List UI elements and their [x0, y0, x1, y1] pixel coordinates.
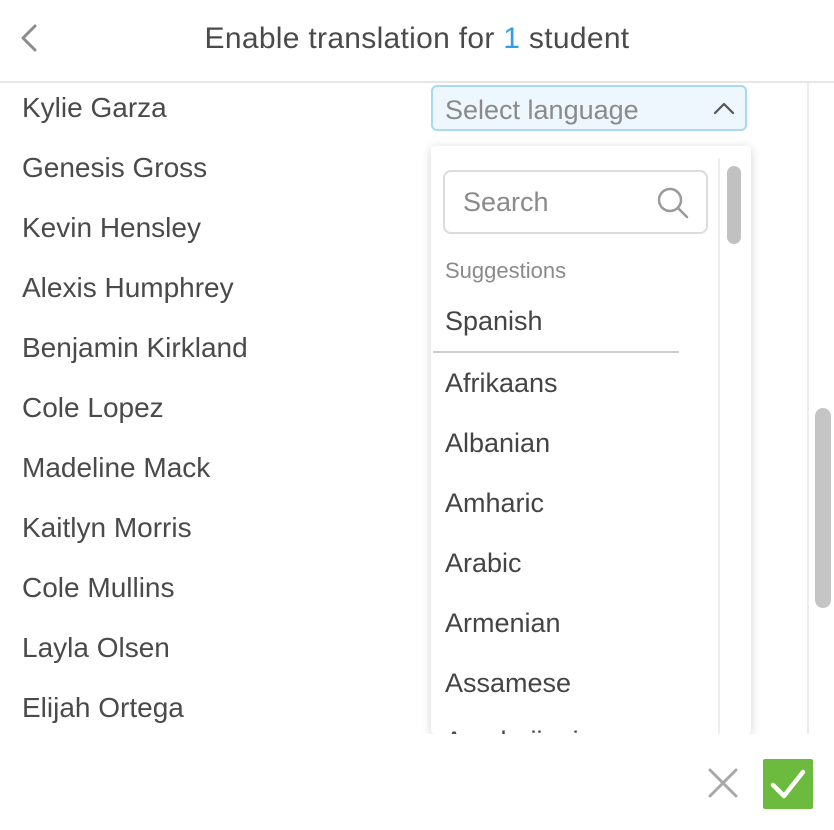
search-icon [657, 187, 689, 219]
student-name: Benjamin Kirkland [22, 332, 248, 363]
student-count: 1 [503, 22, 521, 55]
language-option-spanish[interactable]: Spanish [445, 306, 543, 337]
student-name: Layla Olsen [22, 632, 170, 663]
check-icon [770, 769, 806, 799]
list-scrollbar[interactable] [815, 408, 831, 608]
header: Enable translation for 1 student [0, 0, 834, 83]
cancel-button[interactable] [706, 766, 740, 800]
language-option[interactable]: Afrikaans [445, 368, 558, 399]
student-name: Cole Lopez [22, 392, 164, 423]
language-option[interactable]: Assamese [445, 668, 571, 699]
suggestions-label: Suggestions [445, 258, 567, 283]
student-name: Kevin Hensley [22, 212, 201, 243]
dropdown-scroll-track [718, 158, 720, 734]
language-option[interactable]: Armenian [445, 608, 561, 639]
language-option[interactable]: Amharic [445, 488, 544, 519]
language-select[interactable]: Select language [431, 85, 747, 131]
student-name: Madeline Mack [22, 452, 211, 483]
language-search-input[interactable] [461, 186, 645, 219]
language-option[interactable]: Azerbaijani [445, 726, 579, 734]
student-name: Kylie Garza [22, 92, 167, 123]
student-name: Alexis Humphrey [22, 272, 234, 303]
language-search-box[interactable] [443, 170, 708, 234]
title-prefix: Enable translation for [204, 22, 504, 55]
confirm-button[interactable] [763, 759, 813, 809]
page-title: Enable translation for 1 student [0, 22, 834, 56]
student-name: Cole Mullins [22, 572, 175, 603]
list-divider [807, 82, 809, 734]
title-suffix: student [520, 22, 630, 55]
chevron-up-icon[interactable] [713, 100, 735, 116]
language-select-placeholder: Select language [445, 95, 639, 125]
student-name: Elijah Ortega [22, 692, 184, 723]
suggestions-divider [433, 351, 679, 353]
language-dropdown: Suggestions Spanish Afrikaans Albanian A… [431, 146, 751, 734]
student-name: Genesis Gross [22, 152, 208, 183]
language-option[interactable]: Albanian [445, 428, 550, 459]
student-name: Kaitlyn Morris [22, 512, 192, 543]
language-option[interactable]: Arabic [445, 548, 522, 579]
close-icon [708, 768, 738, 798]
dropdown-scrollbar[interactable] [727, 166, 741, 244]
